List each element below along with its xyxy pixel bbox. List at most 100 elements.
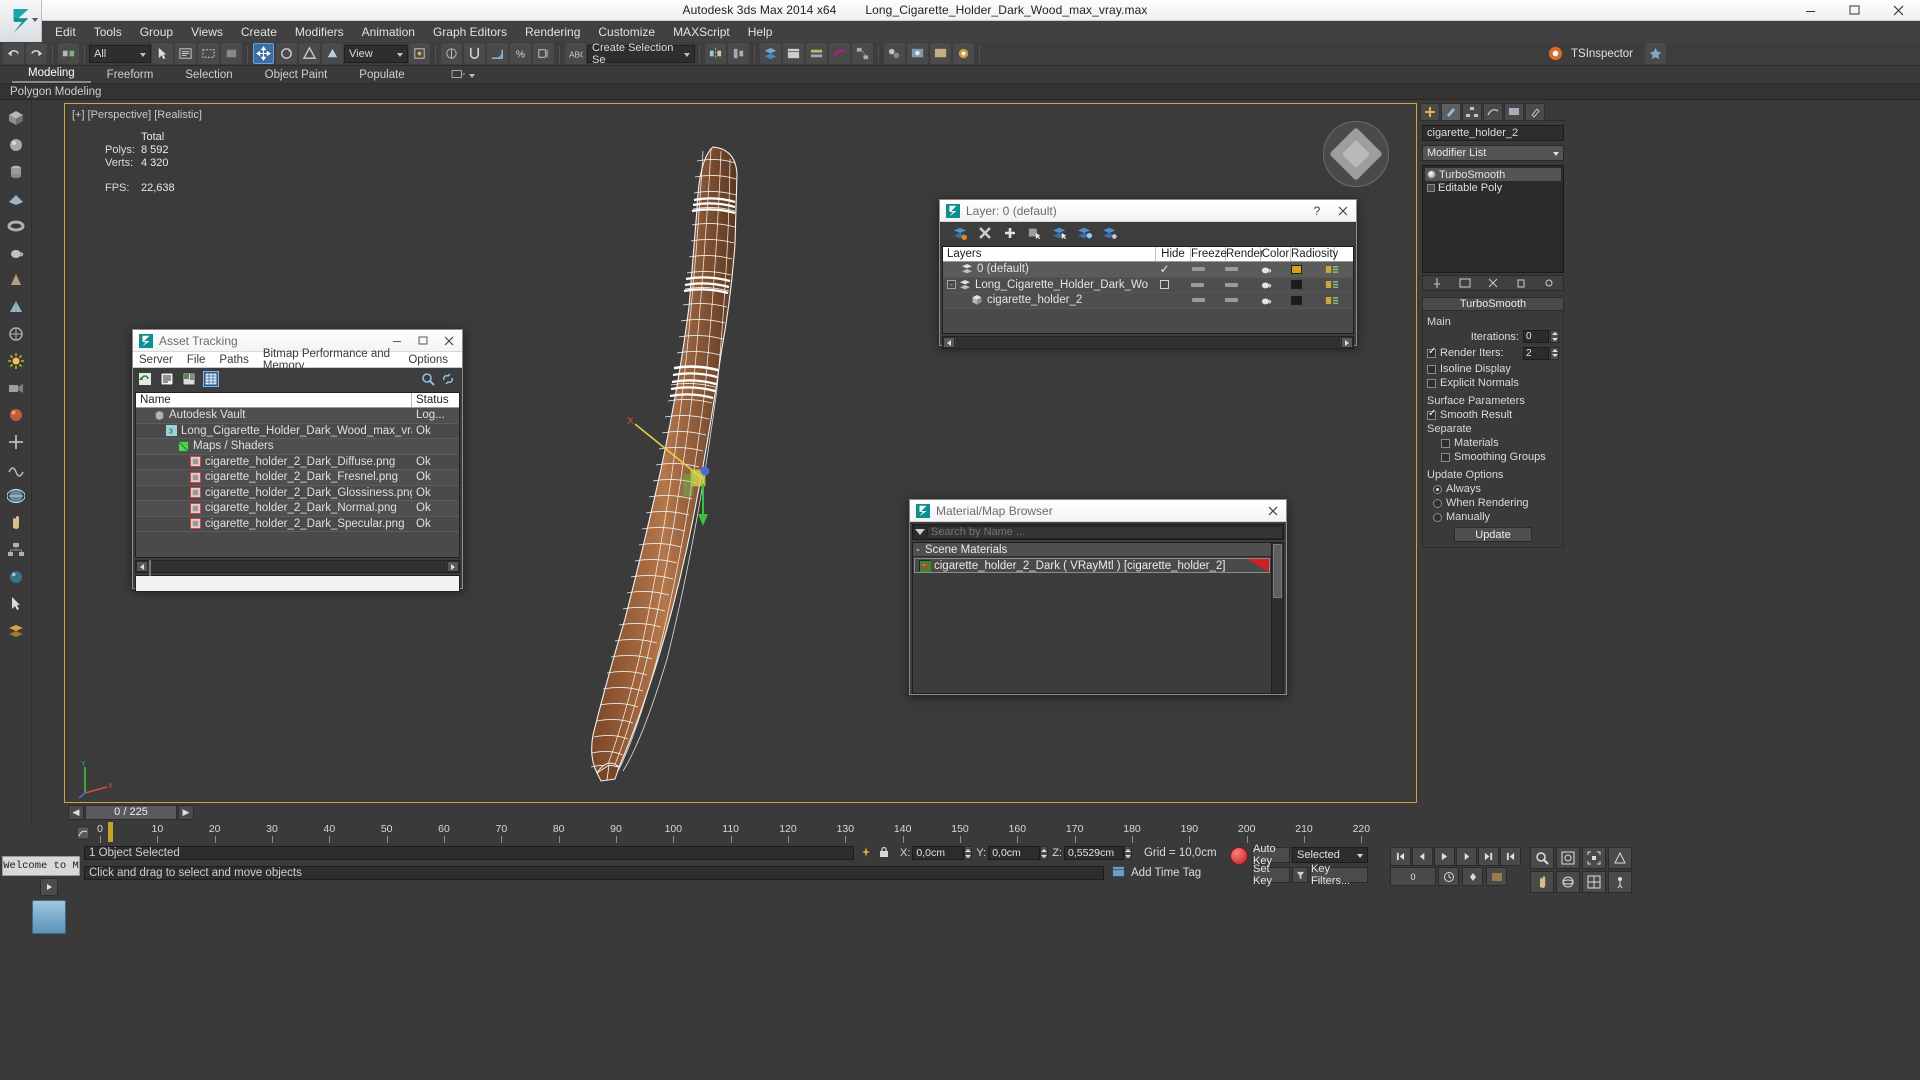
ribbon-tab-modeling[interactable]: Modeling bbox=[12, 66, 91, 83]
move-gizmo[interactable]: X bbox=[625, 414, 725, 534]
time-slider-prev-frame-button[interactable]: ◀ bbox=[68, 804, 84, 820]
menu-item-graph-editors[interactable]: Graph Editors bbox=[424, 23, 516, 41]
isoline-display-checkbox-box[interactable] bbox=[1427, 364, 1436, 374]
find-file-icon[interactable] bbox=[420, 371, 436, 387]
table-row[interactable]: cigarette_holder_2_Dark_Normal.png Ok bbox=[136, 501, 459, 517]
ribbon-subtab-polygon-modeling[interactable]: Polygon Modeling bbox=[10, 86, 101, 98]
scroll-right-icon[interactable] bbox=[1341, 337, 1353, 348]
time-slider[interactable]: ◀ 0 / 225 ▶ bbox=[64, 803, 1417, 821]
angle-snap-toggle-button[interactable] bbox=[487, 43, 508, 64]
rail-select-icon[interactable] bbox=[3, 591, 29, 617]
add-time-tag-label[interactable]: Add Time Tag bbox=[1131, 867, 1201, 879]
search-input[interactable] bbox=[927, 525, 1283, 539]
search-options-caret-icon[interactable] bbox=[913, 529, 927, 535]
next-frame-button[interactable] bbox=[1456, 847, 1477, 866]
x-value[interactable]: 0,0cm bbox=[912, 846, 965, 860]
update-when-rendering-radio-dot[interactable] bbox=[1433, 498, 1442, 508]
window-crossing-button[interactable] bbox=[221, 43, 242, 64]
rail-camera-icon[interactable] bbox=[3, 375, 29, 401]
material-search-bar[interactable] bbox=[912, 524, 1284, 540]
asset-tracking-dialog[interactable]: Asset Tracking Server File Paths Bitmap … bbox=[132, 329, 463, 592]
table-row[interactable]: - Long_Cigarette_Holder_Dark_Wood bbox=[943, 277, 1353, 293]
zoom-extents-button[interactable] bbox=[1582, 847, 1606, 869]
maxscript-mini-listener-button[interactable] bbox=[1486, 867, 1507, 886]
rail-plane-icon[interactable] bbox=[3, 186, 29, 212]
iterations-spinner[interactable] bbox=[1523, 330, 1559, 343]
goto-end-button[interactable] bbox=[1478, 847, 1499, 866]
render-iters-spinner[interactable] bbox=[1523, 346, 1559, 360]
menu-item-animation[interactable]: Animation bbox=[353, 23, 424, 41]
menu-item-modifiers[interactable]: Modifiers bbox=[286, 23, 353, 41]
render-iters-checkbox[interactable]: Render Iters: bbox=[1427, 346, 1504, 359]
menu-item-maxscript[interactable]: MAXScript bbox=[664, 23, 739, 41]
layer-manager-button[interactable] bbox=[760, 43, 781, 64]
rail-layer-icon[interactable] bbox=[3, 618, 29, 644]
update-always-radio[interactable]: Always bbox=[1433, 483, 1559, 495]
modifier-list-dropdown[interactable]: Modifier List bbox=[1422, 145, 1564, 161]
pin-stack-icon[interactable] bbox=[1429, 277, 1445, 290]
z-coordinate-field[interactable]: Z: 0,5529cm bbox=[1052, 846, 1132, 860]
layer-column-hide[interactable]: Hide bbox=[1156, 247, 1191, 261]
table-row[interactable]: Maps / Shaders bbox=[136, 439, 459, 455]
smooth-result-checkbox[interactable]: Smooth Result bbox=[1427, 408, 1559, 421]
asset-column-status[interactable]: Status bbox=[412, 393, 459, 407]
render-iters-input[interactable] bbox=[1523, 346, 1549, 360]
rail-spacewarp-icon[interactable] bbox=[3, 456, 29, 482]
time-tag-icon[interactable] bbox=[1112, 865, 1125, 881]
rail-box-icon[interactable] bbox=[3, 105, 29, 131]
layer-color-swatch[interactable] bbox=[1282, 295, 1311, 305]
menu-item-tools[interactable]: Tools bbox=[85, 23, 131, 41]
render-iters-arrows-icon[interactable] bbox=[1550, 346, 1559, 360]
tab-modify[interactable] bbox=[1441, 103, 1461, 121]
rail-light-icon[interactable] bbox=[3, 348, 29, 374]
asset-menu-paths[interactable]: Paths bbox=[219, 354, 248, 366]
maximize-button[interactable] bbox=[1832, 0, 1876, 21]
ribbon-tab-populate[interactable]: Populate bbox=[343, 68, 420, 83]
walkthrough-button[interactable] bbox=[1608, 871, 1632, 893]
welcome-panel-tab[interactable]: Welcome to M bbox=[2, 856, 80, 876]
create-new-layer-icon[interactable] bbox=[950, 224, 970, 242]
explicit-normals-checkbox[interactable]: Explicit Normals bbox=[1427, 377, 1559, 389]
render-production-button[interactable] bbox=[953, 43, 974, 64]
layer-dialog[interactable]: Layer: 0 (default) ? Layers Hide Freeze … bbox=[939, 199, 1357, 349]
pin-stack-status-icon[interactable] bbox=[860, 846, 872, 861]
set-key-toggle-button[interactable]: Set Key bbox=[1252, 863, 1290, 887]
asset-tracking-grid[interactable]: Name Status Autodesk Vault Log... 3 Long… bbox=[135, 392, 460, 558]
scroll-track[interactable] bbox=[956, 337, 1340, 348]
menu-item-create[interactable]: Create bbox=[232, 23, 286, 41]
scroll-track[interactable] bbox=[149, 560, 446, 576]
select-object-button[interactable] bbox=[152, 43, 173, 64]
tsinspector-settings-button[interactable] bbox=[1645, 43, 1666, 64]
snaps-toggle-button[interactable] bbox=[464, 43, 485, 64]
rail-hierarchy-icon[interactable] bbox=[3, 537, 29, 563]
table-row[interactable]: cigarette_holder_2_Dark_Diffuse.png Ok bbox=[136, 454, 459, 470]
material-browser-close-button[interactable] bbox=[1260, 500, 1286, 522]
rollout-header[interactable]: TurboSmooth bbox=[1422, 297, 1564, 311]
ribbon-tab-freeform[interactable]: Freeform bbox=[91, 68, 170, 83]
table-row[interactable]: Autodesk Vault Log... bbox=[136, 408, 459, 424]
play-animation-button[interactable] bbox=[1434, 847, 1455, 866]
iterations-arrows-icon[interactable] bbox=[1550, 330, 1559, 343]
key-filters-toggle-icon[interactable] bbox=[1292, 867, 1308, 883]
layer-dialog-help-button[interactable]: ? bbox=[1304, 200, 1330, 222]
grid-view-icon[interactable] bbox=[203, 371, 219, 387]
table-row[interactable]: cigarette_holder_2_Dark_Fresnel.png Ok bbox=[136, 470, 459, 486]
track-bar-curve-editor-icon[interactable] bbox=[76, 826, 90, 840]
rail-max-thumbnail[interactable] bbox=[32, 900, 66, 934]
layer-hide-toggle[interactable] bbox=[1181, 267, 1215, 272]
schematic-view-button[interactable] bbox=[852, 43, 873, 64]
refresh-icon[interactable] bbox=[137, 371, 153, 387]
layer-render-toggle[interactable] bbox=[1248, 279, 1282, 290]
table-row[interactable]: cigarette_holder_2 bbox=[943, 293, 1353, 309]
show-end-result-icon[interactable] bbox=[1457, 277, 1473, 290]
select-layer-object-icon[interactable] bbox=[1025, 224, 1045, 242]
scroll-thumb[interactable] bbox=[149, 560, 151, 576]
material-browser-body[interactable]: - Scene Materials cigarette_holder_2_Dar… bbox=[912, 542, 1284, 694]
update-manually-radio-dot[interactable] bbox=[1433, 512, 1442, 522]
ribbon-tab-selection[interactable]: Selection bbox=[169, 68, 248, 83]
layer-column-freeze[interactable]: Freeze bbox=[1191, 247, 1227, 261]
spinner-snap-toggle-button[interactable] bbox=[533, 43, 554, 64]
stack-item-editable-poly[interactable]: Editable Poly bbox=[1425, 181, 1561, 194]
list-view-icon[interactable] bbox=[159, 371, 175, 387]
align-button[interactable] bbox=[728, 43, 749, 64]
